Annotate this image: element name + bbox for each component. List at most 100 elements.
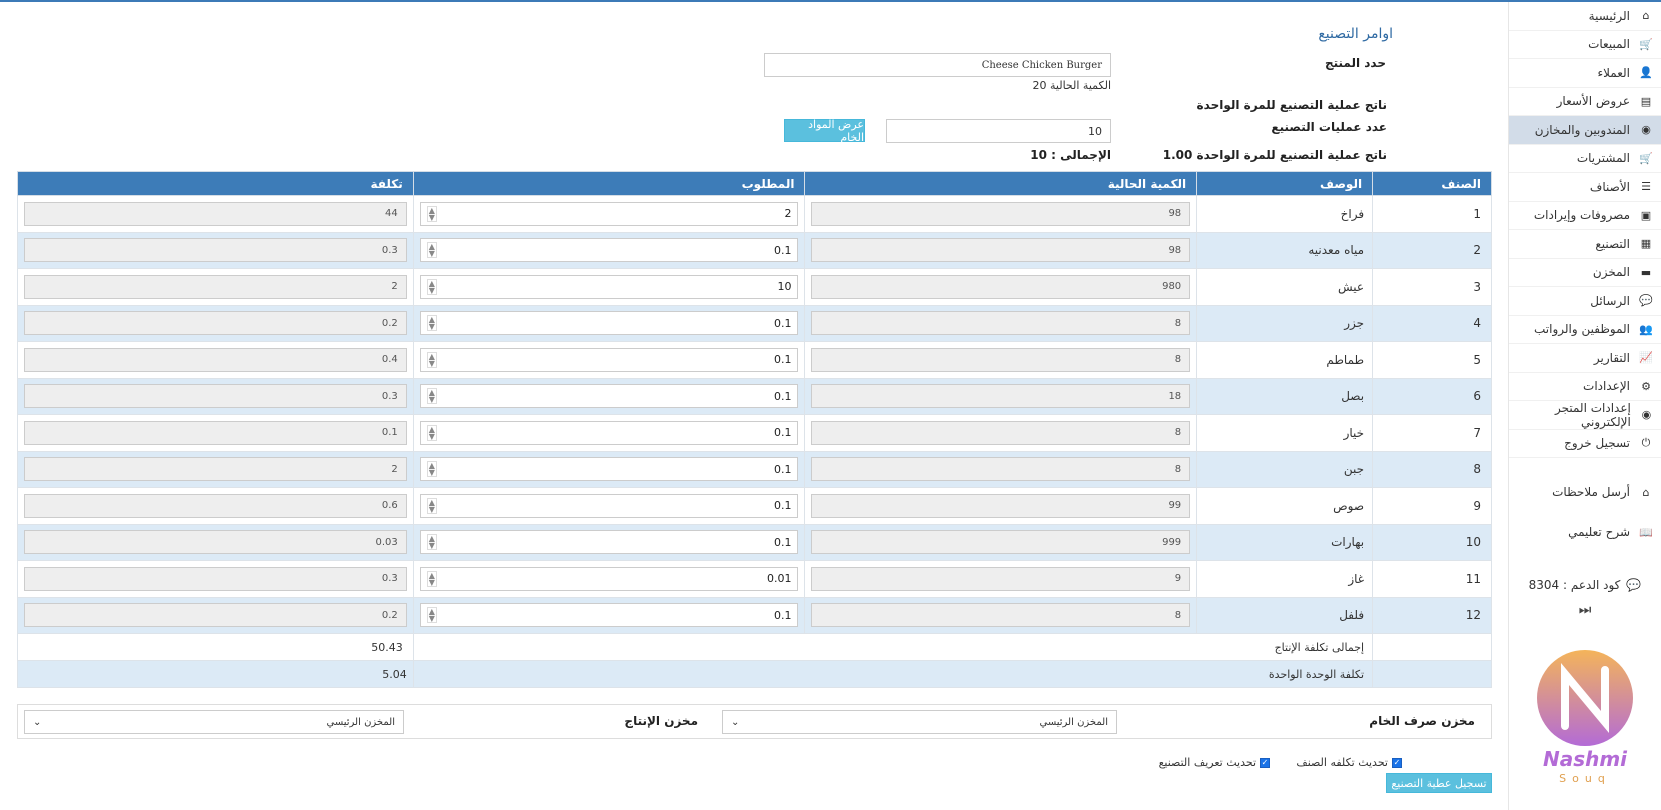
col-header-desc: الوصف <box>1196 171 1374 196</box>
current-qty-field: 99 <box>811 493 1191 518</box>
spinner-icon[interactable]: ▲ ▼ <box>426 351 437 368</box>
current-qty-field: 98 <box>811 201 1191 226</box>
update-definition-label: تحديث تعريف التصنيع <box>1158 756 1256 769</box>
required-qty-input[interactable]: ▲ ▼ 2 <box>419 201 799 226</box>
item-description: جبن <box>1196 450 1374 488</box>
sidebar-item-label: المشتريات <box>1576 151 1630 166</box>
sidebar-item-extra-0[interactable]: ⌂ أرسل ملاحظات <box>1509 472 1661 512</box>
spinner-icon[interactable]: ▲ ▼ <box>426 388 437 405</box>
required-qty-input[interactable]: ▲ ▼ 0.1 <box>419 457 799 482</box>
required-qty-input[interactable]: ▲ ▼ 0.1 <box>419 238 799 263</box>
sidebar-item-8[interactable]: ▦ التصنيع <box>1509 230 1661 259</box>
sidebar-item-9[interactable]: ▬ المخزن <box>1509 259 1661 287</box>
current-qty-cell: 999 <box>804 523 1198 561</box>
spinner-icon[interactable]: ▲ ▼ <box>426 534 437 551</box>
required-qty-input[interactable]: ▲ ▼ 0.1 <box>419 420 799 445</box>
globe-icon: ◉ <box>1641 408 1652 422</box>
spinner-icon[interactable]: ▲ ▼ <box>426 607 437 624</box>
sidebar-item-5[interactable]: 🛒 المشتريات <box>1509 145 1661 173</box>
required-cell: ▲ ▼ 0.1 <box>412 304 806 342</box>
update-cost-checkbox[interactable]: ✓ تحديث تكلفه الصنف <box>1296 756 1402 769</box>
cost-cell: 0.1 <box>17 414 414 452</box>
current-qty-cell: 18 <box>804 377 1198 415</box>
spinner-icon[interactable]: ▲ ▼ <box>426 570 437 587</box>
item-description: بهارات <box>1196 523 1374 561</box>
yield-value: ناتج عملية التصنيع للمرة الواحدة 1.00 <box>1162 148 1387 162</box>
spinner-icon[interactable]: ▲ ▼ <box>426 424 437 441</box>
required-qty-input[interactable]: ▲ ▼ 0.1 <box>419 603 799 628</box>
production-store-select[interactable]: المخزن الرئيسي ⌄ <box>24 710 404 734</box>
current-qty-cell: 8 <box>804 596 1198 634</box>
fast-forward-icon[interactable]: ⏭ <box>1509 602 1661 618</box>
show-raw-materials-button[interactable]: عرض المواد الخام <box>784 118 865 144</box>
current-qty-field: 8 <box>811 311 1191 336</box>
cost-cell: 0.03 <box>17 523 414 561</box>
sidebar-item-4[interactable]: ◉ المندوبين والمخازن <box>1509 116 1661 145</box>
sidebar-item-11[interactable]: 👥 الموظفين والرواتب <box>1509 316 1661 344</box>
required-qty-input[interactable]: ▲ ▼ 0.1 <box>419 530 799 555</box>
item-number: 5 <box>1372 341 1492 379</box>
required-qty-input[interactable]: ▲ ▼ 0.1 <box>419 347 799 372</box>
spinner-icon[interactable]: ▲ ▼ <box>426 242 437 259</box>
table-row: 8 جبن 8 ▲ ▼ 0.1 2 <box>17 450 1492 488</box>
update-definition-checkbox[interactable]: ✓ تحديث تعريف التصنيع <box>1159 756 1270 769</box>
spinner-icon[interactable]: ▲ ▼ <box>426 315 437 332</box>
spinner-icon[interactable]: ▲ ▼ <box>426 461 437 478</box>
total-text: الإجمالى : 10 <box>1030 148 1111 162</box>
required-qty-input[interactable]: ▲ ▼ 0.1 <box>419 493 799 518</box>
cost-cell: 44 <box>17 195 414 233</box>
col-header-cost: تكلفة <box>17 171 414 196</box>
materials-table: الصنف الوصف الكمية الحالية المطلوب تكلفة… <box>17 171 1492 688</box>
spinner-icon[interactable]: ▲ ▼ <box>426 205 437 222</box>
support-code: 💬 كود الدعم : 8304 <box>1528 578 1642 592</box>
required-cell: ▲ ▼ 0.1 <box>412 414 806 452</box>
sidebar-item-14[interactable]: ◉ إعدادات المتجر الإلكتروني <box>1509 401 1661 430</box>
sidebar-item-6[interactable]: ☰ الأصناف <box>1509 173 1661 202</box>
users-icon: 👥 <box>1639 322 1653 336</box>
sidebar-item-12[interactable]: 📈 التقارير <box>1509 344 1661 373</box>
current-qty-field: 98 <box>811 238 1191 263</box>
item-number: 2 <box>1372 231 1492 269</box>
spinner-icon[interactable]: ▲ ▼ <box>426 278 437 295</box>
required-cell: ▲ ▼ 10 <box>412 268 806 306</box>
raw-store-select[interactable]: المخزن الرئيسي ⌄ <box>722 710 1117 734</box>
required-qty-input[interactable]: ▲ ▼ 10 <box>419 274 799 299</box>
home-icon: ⌂ <box>1642 9 1650 23</box>
item-number: 1 <box>1372 195 1492 233</box>
cost-field: 44 <box>24 201 407 226</box>
sidebar-item-label: المندوبين والمخازن <box>1534 122 1630 137</box>
item-description: خيار <box>1196 414 1374 452</box>
sidebar-item-label: الأصناف <box>1589 179 1630 194</box>
item-number: 12 <box>1372 596 1492 634</box>
sidebar-item-3[interactable]: ▤ عروض الأسعار <box>1509 88 1661 116</box>
ops-input[interactable]: 10 <box>886 119 1111 143</box>
svg-text:Nashmi: Nashmi <box>1543 747 1628 771</box>
product-select[interactable]: Cheese Chicken Burger <box>764 53 1111 77</box>
sidebar-item-1[interactable]: 🛒 المبيعات <box>1509 31 1661 59</box>
sidebar-item-13[interactable]: ⚙ الإعدادات <box>1509 373 1661 401</box>
total-cost-row: إجمالى تكلفة الإنتاج 50.43 <box>17 633 1492 661</box>
item-number: 9 <box>1372 487 1492 525</box>
item-number: 10 <box>1372 523 1492 561</box>
table-row: 10 بهارات 999 ▲ ▼ 0.1 0.03 <box>17 523 1492 561</box>
cost-field: 0.2 <box>24 603 407 628</box>
submit-manufacturing-button[interactable]: تسجيل عطية التصنيع <box>1386 773 1492 793</box>
cost-cell: 0.2 <box>17 304 414 342</box>
sidebar-item-label: شرح تعليمي <box>1568 525 1630 539</box>
sidebar-item-0[interactable]: ⌂ الرئيسية <box>1509 2 1661 31</box>
spinner-icon[interactable]: ▲ ▼ <box>426 497 437 514</box>
required-qty-input[interactable]: ▲ ▼ 0.1 <box>419 384 799 409</box>
cost-field: 0.3 <box>24 384 407 409</box>
sidebar-item-label: الموظفين والرواتب <box>1534 322 1630 337</box>
comments-icon: 💬 <box>1639 294 1653 308</box>
sidebar-item-15[interactable]: ⏻ تسجيل خروج <box>1509 430 1661 458</box>
sidebar-item-10[interactable]: 💬 الرسائل <box>1509 287 1661 316</box>
required-qty-input[interactable]: ▲ ▼ 0.01 <box>419 566 799 591</box>
required-qty-input[interactable]: ▲ ▼ 0.1 <box>419 311 799 336</box>
item-description: مياه معدنيه <box>1196 231 1374 269</box>
sidebar-item-extra-1[interactable]: 📖 شرح تعليمي <box>1509 512 1661 552</box>
production-store-label: مخزن الإنتاج <box>624 714 698 728</box>
truck-icon: ▬ <box>1640 265 1652 279</box>
sidebar-item-7[interactable]: ▣ مصروفات وإيرادات <box>1509 202 1661 230</box>
sidebar-item-2[interactable]: 👤 العملاء <box>1509 59 1661 88</box>
